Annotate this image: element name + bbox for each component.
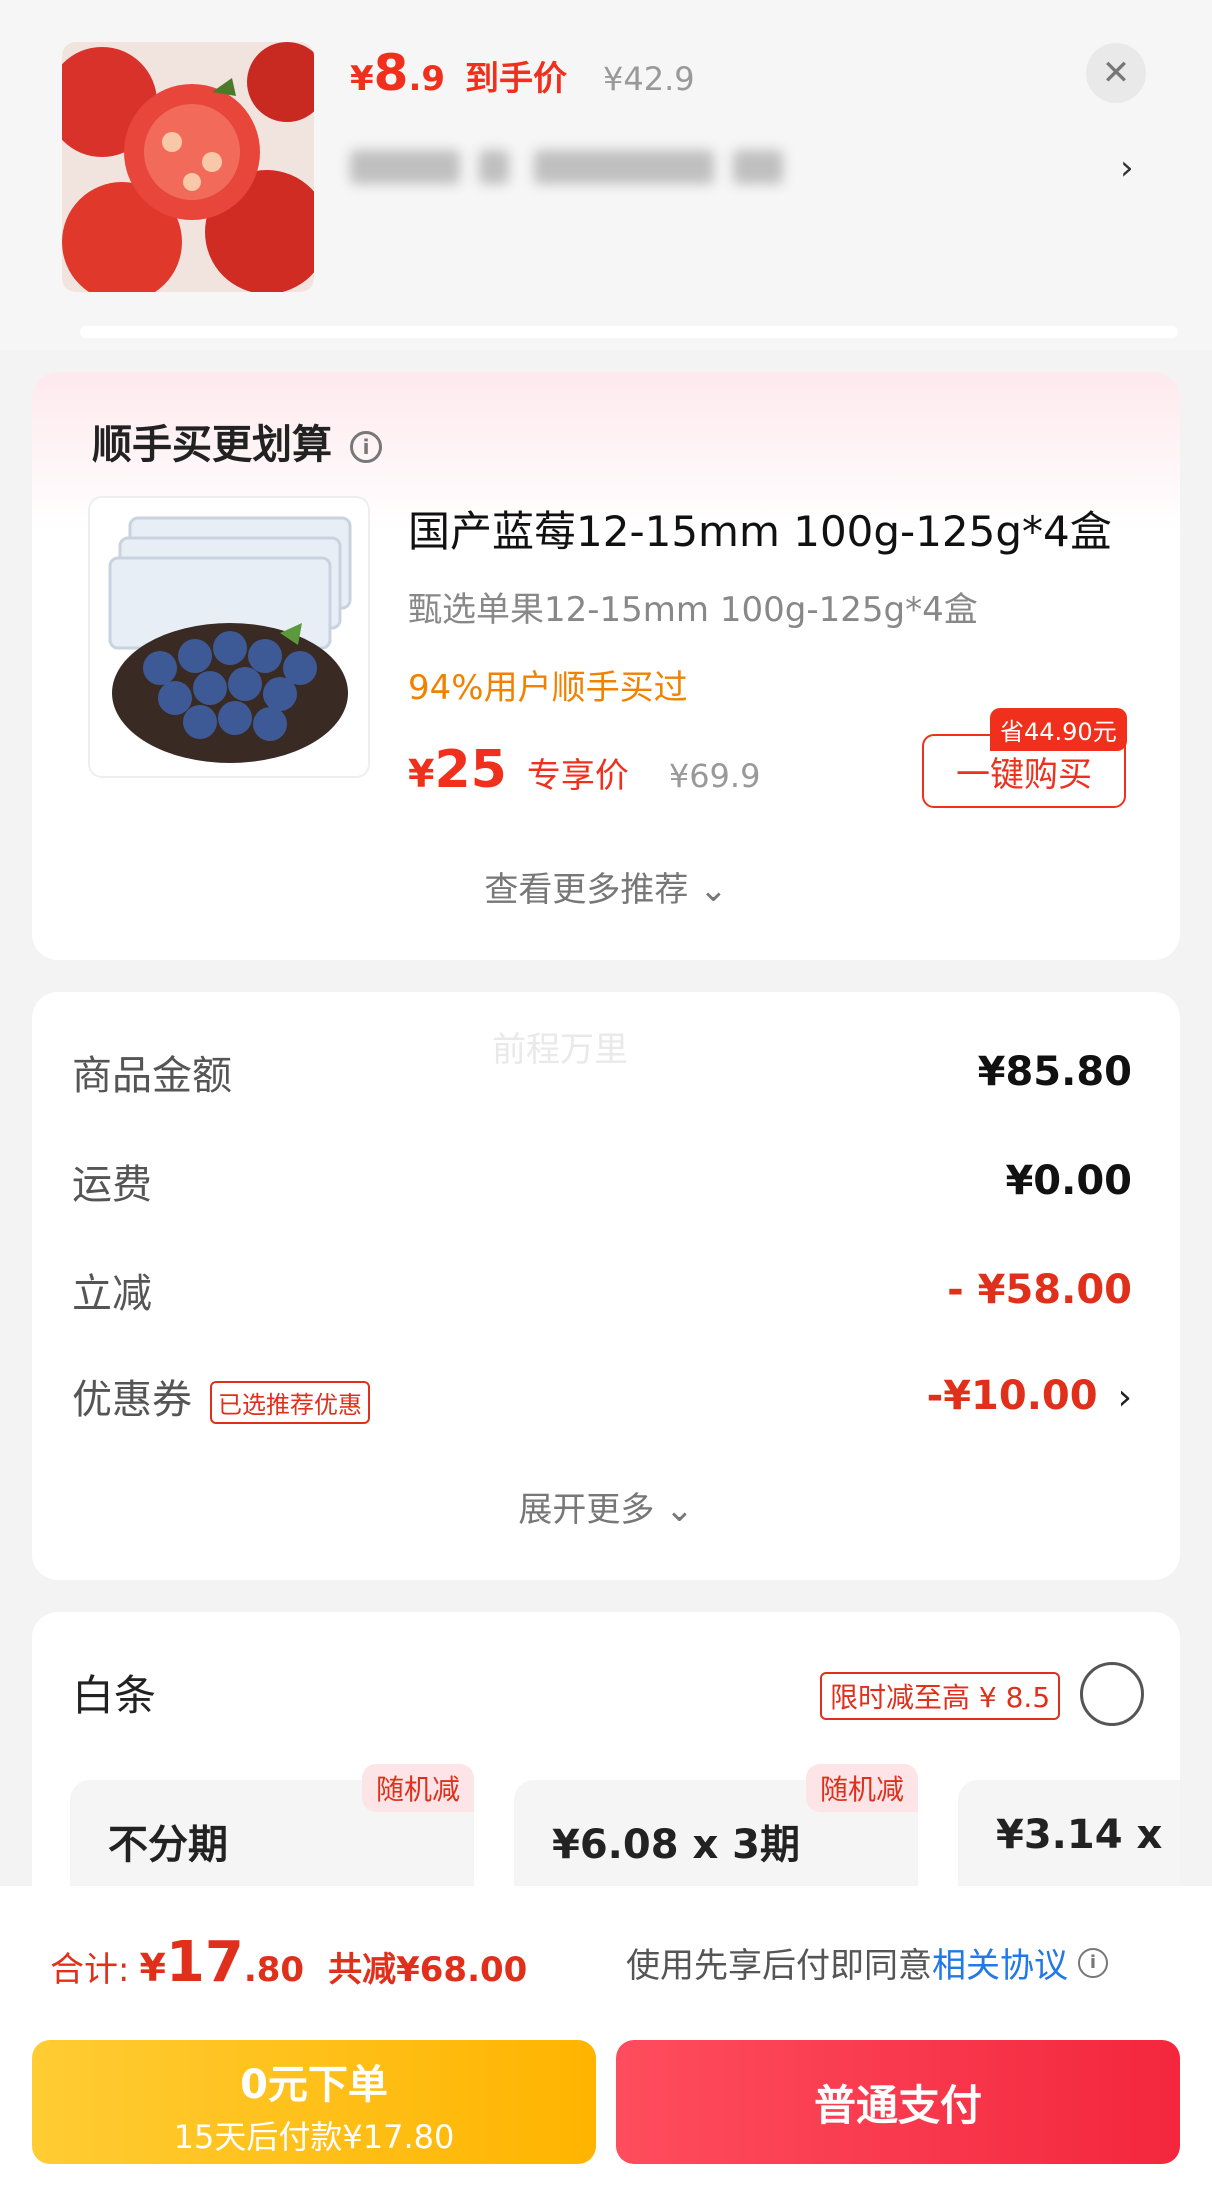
price-int: 8 [373, 44, 409, 102]
price-dec: .9 [408, 59, 446, 99]
bnpl-sub-label: 15天后付款¥17.80 [173, 2118, 455, 2156]
order-summary-card: 前程万里 商品金额 ¥85.80 运费 ¥0.00 立减 - ¥58.00 优惠… [32, 992, 1180, 1580]
plan-badge: 随机减 [361, 1764, 474, 1812]
coupon-value: -¥10.00 [926, 1373, 1098, 1419]
recommend-price: ¥ 25 专享价 ¥69.9 [408, 740, 760, 800]
summary-row-shipping: 运费 ¥0.00 [72, 1151, 1132, 1211]
rec-price-yen: ¥ [408, 752, 435, 796]
chevron-right-icon: › [1117, 1377, 1132, 1418]
info-icon[interactable]: i [1078, 1947, 1108, 1978]
agreement-link[interactable]: 相关协议 [932, 1938, 1068, 1987]
recommend-title-text: 顺手买更划算 [92, 422, 332, 468]
blurred-product-info [350, 132, 790, 202]
plan-title: ¥6.08 x 3期 [552, 1822, 801, 1868]
bnpl-order-button[interactable]: 0元下单 15天后付款¥17.80 [32, 2040, 596, 2164]
save-badge: 省44.90元 [990, 708, 1127, 751]
divider [80, 326, 1178, 338]
baitiao-radio[interactable] [1080, 1662, 1144, 1726]
agreement-text: 使用先享后付即同意 相关协议 i [626, 1938, 1108, 1987]
recommend-users-stat: 94%用户顺手买过 [408, 668, 688, 708]
product-header: ¥ 8 .9 到手价 ¥42.9 ✕ › [0, 0, 1212, 350]
plan-title: 不分期 [108, 1822, 228, 1868]
blueberry-image[interactable] [88, 496, 370, 778]
expand-more-button[interactable]: 展开更多 ⌄ [32, 1482, 1180, 1531]
price-tag: 到手价 [465, 59, 568, 99]
final-price: ¥ 8 .9 到手价 ¥42.9 [350, 44, 695, 104]
summary-row-goods: 商品金额 ¥85.80 [72, 1042, 1132, 1102]
plan-badge: 随机减 [805, 1764, 918, 1812]
baitiao-card: 白条 限时减至高 ¥ 8.5 随机减 不分期 0服务费 随机减 ¥6.08 x … [32, 1612, 1180, 1912]
recommend-card: 顺手买更划算 i 国产蓝莓12-15mm 100g-125g*4盒 甄选单果12-… [32, 372, 1180, 960]
coupon-label: 优惠券 [72, 1377, 192, 1423]
normal-pay-button[interactable]: 普通支付 [616, 2040, 1180, 2164]
recommend-product-name[interactable]: 国产蓝莓12-15mm 100g-125g*4盒 [408, 498, 1112, 559]
recommend-product-spec: 甄选单果12-15mm 100g-125g*4盒 [408, 590, 978, 630]
row-value: ¥0.00 [1005, 1158, 1132, 1204]
total-label: 合计: [50, 1950, 130, 1990]
recommend-title: 顺手买更划算 i [92, 412, 382, 470]
rec-price-tag: 专享价 [526, 756, 629, 796]
more-recommend-button[interactable]: 查看更多推荐 ⌄ [32, 862, 1180, 911]
row-label: 运费 [72, 1162, 152, 1208]
close-icon[interactable]: ✕ [1086, 43, 1146, 103]
total-int: 17 [165, 1930, 244, 1995]
product-image[interactable] [62, 42, 314, 292]
row-label: 立减 [72, 1271, 152, 1317]
original-price: ¥42.9 [603, 60, 695, 98]
total-yen: ¥ [139, 1946, 166, 1990]
baitiao-promo: 限时减至高 ¥ 8.5 [820, 1672, 1061, 1720]
price-yen: ¥ [350, 59, 374, 99]
rec-original-price: ¥69.9 [668, 757, 761, 795]
info-icon[interactable]: i [350, 431, 382, 463]
summary-row-discount: 立减 - ¥58.00 [72, 1260, 1132, 1320]
rec-price-num: 25 [434, 740, 507, 800]
total-price: 合计: ¥ 17 .80 共减¥68.00 [50, 1930, 527, 1995]
row-label: 优惠券 已选推荐优惠 [72, 1367, 370, 1425]
coupon-tag: 已选推荐优惠 [210, 1380, 370, 1424]
baitiao-title: 白条 [72, 1671, 157, 1720]
row-label: 商品金额 [72, 1053, 232, 1099]
plan-title: ¥3.14 x [996, 1812, 1163, 1858]
summary-row-coupon[interactable]: 优惠券 已选推荐优惠 -¥10.00 › [72, 1366, 1132, 1426]
bnpl-main-label: 0元下单 [240, 2062, 388, 2108]
row-value: - ¥58.00 [947, 1267, 1132, 1313]
checkout-bar: 合计: ¥ 17 .80 共减¥68.00 使用先享后付即同意 相关协议 i 0元下… [0, 1886, 1212, 2202]
row-value: -¥10.00 › [927, 1373, 1132, 1419]
agree-text: 使用先享后付即同意 [626, 1946, 932, 1986]
chevron-right-icon[interactable]: › [1120, 148, 1134, 188]
row-value: ¥85.80 [977, 1049, 1132, 1095]
total-saved: 共减¥68.00 [328, 1950, 528, 1990]
total-dec: .80 [243, 1950, 305, 1990]
